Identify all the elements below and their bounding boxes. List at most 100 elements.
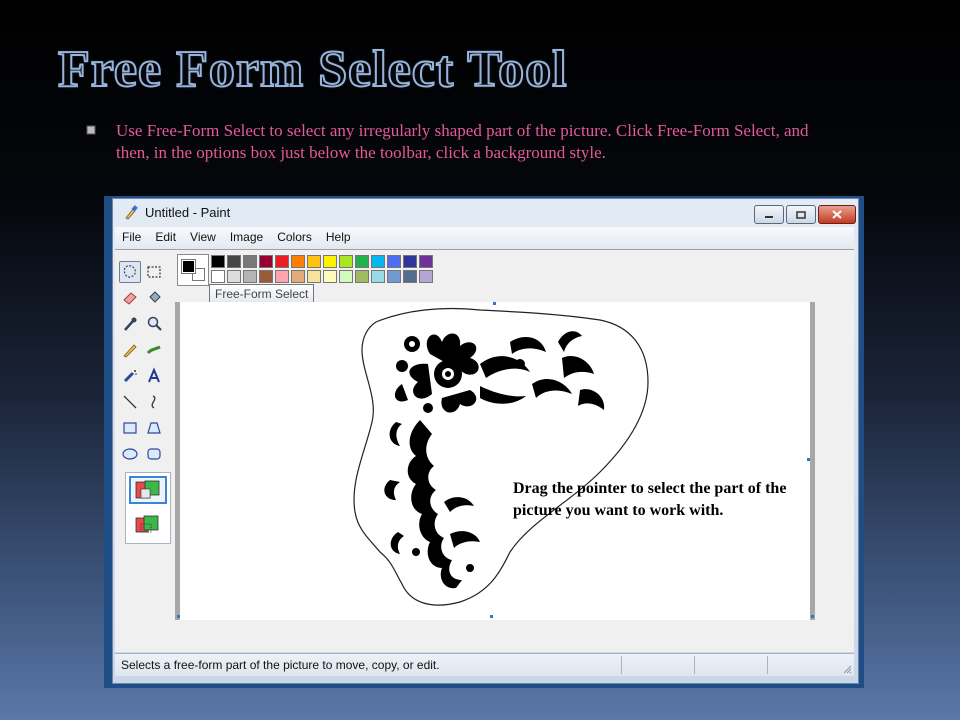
minimize-button[interactable] — [754, 205, 784, 224]
airbrush-tool[interactable] — [119, 365, 141, 387]
ellipse-tool[interactable] — [119, 443, 141, 465]
free-form-select-icon — [123, 265, 136, 278]
menu-image[interactable]: Image — [223, 230, 270, 244]
pencil-icon — [123, 344, 137, 358]
color-swatch[interactable] — [323, 255, 337, 268]
color-swatch[interactable] — [291, 255, 305, 268]
free-form-select-tool[interactable] — [119, 261, 141, 283]
paint-window-frame: Untitled - Paint File Edit View Image Co… — [104, 196, 864, 688]
polygon-tool[interactable] — [143, 417, 165, 439]
resize-grip-icon[interactable] — [842, 664, 852, 674]
foreground-color[interactable] — [181, 259, 196, 274]
brush-icon — [146, 345, 161, 355]
pick-color-tool[interactable] — [119, 313, 141, 335]
brush-tool[interactable] — [143, 339, 165, 361]
color-swatch[interactable] — [243, 255, 257, 268]
menu-edit[interactable]: Edit — [148, 230, 183, 244]
color-swatch[interactable] — [275, 255, 289, 268]
free-form-selection-outline — [353, 307, 649, 606]
color-swatch[interactable] — [403, 270, 417, 283]
paint-app-icon — [125, 205, 138, 220]
fill-bucket-icon — [149, 291, 161, 303]
airbrush-icon — [123, 370, 137, 383]
color-swatch[interactable] — [211, 270, 225, 283]
color-swatch[interactable] — [403, 255, 417, 268]
rounded-rectangle-tool[interactable] — [143, 443, 165, 465]
select-tool[interactable] — [143, 261, 165, 283]
canvas-resize-handle[interactable] — [493, 302, 496, 305]
title-bar[interactable]: Untitled - Paint — [113, 199, 858, 227]
tool-options-box — [125, 472, 171, 544]
curve-icon — [151, 395, 156, 409]
magnifier-icon — [147, 316, 162, 331]
color-swatch[interactable] — [355, 255, 369, 268]
color-swatch[interactable] — [307, 255, 321, 268]
color-swatch[interactable] — [355, 270, 369, 283]
current-colors — [177, 254, 209, 286]
color-swatch[interactable] — [419, 270, 433, 283]
menu-file[interactable]: File — [115, 230, 148, 244]
color-swatch[interactable] — [211, 255, 225, 268]
eraser-icon — [123, 292, 137, 305]
color-swatch[interactable] — [419, 255, 433, 268]
polygon-icon — [147, 422, 161, 434]
transparent-background-option[interactable] — [129, 510, 167, 538]
status-pane-coordinates — [621, 656, 694, 674]
color-swatch[interactable] — [339, 255, 353, 268]
floral-corner-drawing — [353, 302, 810, 606]
color-swatch[interactable] — [227, 270, 241, 283]
maximize-button[interactable] — [786, 205, 816, 224]
color-swatch[interactable] — [243, 270, 257, 283]
color-swatch[interactable] — [387, 270, 401, 283]
ellipse-icon — [122, 448, 138, 460]
fill-tool[interactable] — [143, 287, 165, 309]
maximize-icon — [796, 210, 806, 219]
color-swatch[interactable] — [291, 270, 305, 283]
color-swatch[interactable] — [371, 255, 385, 268]
opaque-background-option[interactable] — [129, 476, 167, 504]
transparent-background-icon — [135, 515, 159, 533]
eyedropper-icon — [124, 317, 137, 331]
color-swatch[interactable] — [307, 270, 321, 283]
text-icon — [148, 367, 160, 383]
color-swatch[interactable] — [339, 270, 353, 283]
canvas-area: Drag the pointer to select the part of t… — [175, 302, 815, 620]
rectangle-icon — [123, 422, 137, 434]
color-swatch[interactable] — [227, 255, 241, 268]
color-swatch[interactable] — [259, 255, 273, 268]
color-swatch[interactable] — [387, 255, 401, 268]
minimize-icon — [765, 215, 773, 218]
slide-title: Free Form Select Tool — [57, 40, 568, 99]
status-bar: Selects a free-form part of the picture … — [115, 653, 854, 676]
canvas-resize-handle-bottom-left[interactable] — [177, 615, 180, 618]
pencil-tool[interactable] — [119, 339, 141, 361]
status-pane-extra — [767, 656, 828, 674]
menu-colors[interactable]: Colors — [270, 230, 319, 244]
status-pane-size — [694, 656, 767, 674]
curve-tool[interactable] — [143, 391, 165, 413]
eraser-tool[interactable] — [119, 287, 141, 309]
color-swatch[interactable] — [323, 270, 337, 283]
canvas-resize-handle[interactable] — [807, 458, 810, 461]
bullet-item: Use Free-Form Select to select any irreg… — [86, 120, 846, 164]
client-area: Free-Form Select Drag the pointer to sel… — [115, 249, 854, 652]
opaque-background-icon — [135, 480, 160, 499]
canvas-resize-handle-bottom[interactable] — [490, 615, 493, 618]
line-tool[interactable] — [119, 391, 141, 413]
color-swatch[interactable] — [259, 270, 273, 283]
color-swatch[interactable] — [371, 270, 385, 283]
text-tool[interactable] — [143, 365, 165, 387]
tooltip: Free-Form Select — [209, 284, 315, 304]
close-button[interactable] — [818, 205, 856, 224]
window-controls — [752, 205, 856, 224]
bullet-square-icon — [86, 125, 96, 135]
magnifier-tool[interactable] — [143, 313, 165, 335]
menu-help[interactable]: Help — [319, 230, 358, 244]
canvas-resize-handle-corner[interactable] — [811, 615, 814, 618]
menu-view[interactable]: View — [183, 230, 223, 244]
rectangle-tool[interactable] — [119, 417, 141, 439]
close-icon — [832, 210, 842, 219]
color-swatch[interactable] — [275, 270, 289, 283]
rounded-rectangle-icon — [147, 448, 161, 460]
drawing-canvas[interactable]: Drag the pointer to select the part of t… — [180, 302, 810, 620]
